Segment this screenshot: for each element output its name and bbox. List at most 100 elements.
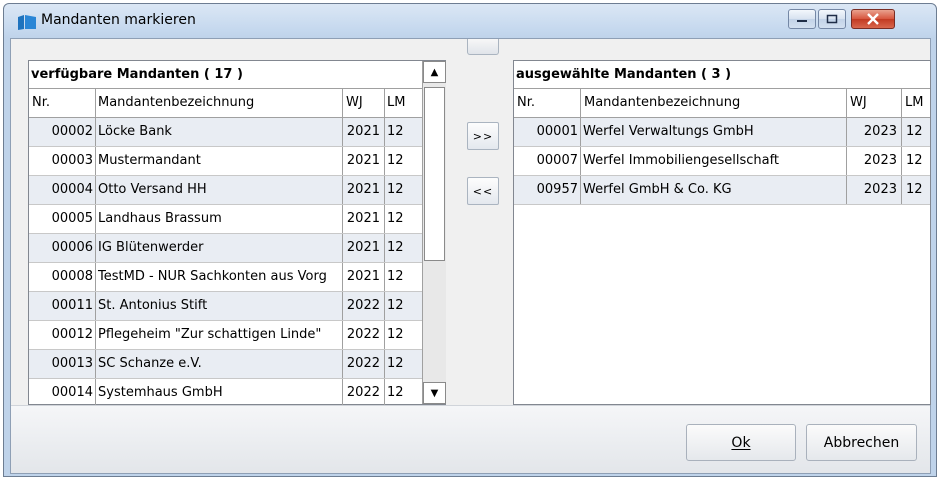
table-row[interactable]: 00014 Systemhaus GmbH 2022 12 bbox=[29, 379, 445, 408]
cell-name: Werfel Immobiliengesellschaft bbox=[581, 147, 847, 175]
column-header-wj[interactable]: WJ bbox=[343, 89, 385, 117]
cell-lm: 12 bbox=[387, 182, 404, 197]
cell-name: Pflegeheim "Zur schattigen Linde" bbox=[96, 321, 343, 349]
table-row[interactable]: 00003 Mustermandant 2021 12 bbox=[29, 147, 445, 176]
table-row[interactable]: 00004 Otto Versand HH 2021 12 bbox=[29, 176, 445, 205]
scroll-up-button[interactable]: ▲ bbox=[423, 61, 446, 83]
cell-lm: 12 bbox=[906, 182, 923, 197]
dialog-window: Mandanten markieren verfügbare Mandanten… bbox=[3, 3, 937, 477]
selected-clients-header: Nr. Mandantenbezeichnung WJ LM bbox=[514, 89, 930, 118]
cell-name: Landhaus Brassum bbox=[96, 205, 343, 233]
cell-nr: 00004 bbox=[29, 176, 96, 204]
available-clients-header: Nr. Mandantenbezeichnung WJ LM bbox=[29, 89, 445, 118]
column-header-lm[interactable]: LM bbox=[385, 89, 407, 117]
cell-name: Mustermandant bbox=[96, 147, 343, 175]
available-clients-rows: 00002 Löcke Bank 2021 12 00003 Mustermandant… bbox=[29, 118, 445, 408]
table-row[interactable]: 00007 Werfel Immobiliengesellschaft 2023 12 bbox=[514, 147, 930, 176]
selected-clients-rows: 00001 Werfel Verwaltungs GmbH 2023 12 00007… bbox=[514, 118, 930, 205]
arrow-up-icon: ▲ bbox=[430, 66, 439, 78]
cell-lm: 12 bbox=[387, 240, 404, 255]
available-clients-title: verfügbare Mandanten ( 17 ) bbox=[29, 61, 445, 89]
cell-lm: 12 bbox=[387, 298, 404, 313]
cell-lm: 12 bbox=[387, 269, 404, 284]
cell-name: Otto Versand HH bbox=[96, 176, 343, 204]
cell-nr: 00005 bbox=[29, 205, 96, 233]
selected-clients-grid[interactable]: ausgewählte Mandanten ( 3 ) Nr. Mandante… bbox=[513, 60, 931, 405]
cell-nr: 00007 bbox=[514, 147, 581, 175]
cell-wj: 2023 bbox=[847, 147, 902, 175]
cell-nr: 00003 bbox=[29, 147, 96, 175]
column-header-wj[interactable]: WJ bbox=[847, 89, 902, 117]
cell-name: Systemhaus GmbH bbox=[96, 379, 343, 407]
cell-wj: 2022 bbox=[343, 321, 385, 349]
cell-name: SC Schanze e.V. bbox=[96, 350, 343, 378]
dialog-footer: Ok Abbrechen bbox=[11, 405, 930, 473]
scroll-down-button[interactable]: ▼ bbox=[423, 382, 446, 404]
cell-wj: 2021 bbox=[343, 118, 385, 146]
table-row[interactable]: 00001 Werfel Verwaltungs GmbH 2023 12 bbox=[514, 118, 930, 147]
ok-button-label: Ok bbox=[731, 434, 751, 451]
ok-button[interactable]: Ok bbox=[686, 424, 796, 461]
column-header-nr[interactable]: Nr. bbox=[514, 89, 581, 117]
cell-name: Löcke Bank bbox=[96, 118, 343, 146]
table-row[interactable]: 00011 St. Antonius Stift 2022 12 bbox=[29, 292, 445, 321]
vertical-scrollbar[interactable]: ▲ ▼ bbox=[422, 61, 446, 404]
cell-lm: 12 bbox=[387, 124, 404, 139]
cell-nr: 00002 bbox=[29, 118, 96, 146]
cell-name: Werfel Verwaltungs GmbH bbox=[581, 118, 847, 146]
cell-lm: 12 bbox=[387, 356, 404, 371]
table-row[interactable]: 00006 IG Blütenwerder 2021 12 bbox=[29, 234, 445, 263]
cell-wj: 2021 bbox=[343, 176, 385, 204]
cell-wj: 2022 bbox=[343, 350, 385, 378]
cell-nr: 00001 bbox=[514, 118, 581, 146]
column-header-nr[interactable]: Nr. bbox=[29, 89, 96, 117]
table-row[interactable]: 00013 SC Schanze e.V. 2022 12 bbox=[29, 350, 445, 379]
table-row[interactable]: 00957 Werfel GmbH & Co. KG 2023 12 bbox=[514, 176, 930, 205]
cell-lm: 12 bbox=[906, 153, 923, 168]
folder-icon bbox=[18, 15, 36, 30]
maximize-icon bbox=[826, 14, 838, 24]
dialog-body: verfügbare Mandanten ( 17 ) Nr. Mandante… bbox=[10, 38, 931, 474]
maximize-button[interactable] bbox=[818, 9, 846, 29]
cell-lm: 12 bbox=[906, 124, 923, 139]
cell-wj: 2021 bbox=[343, 205, 385, 233]
selected-clients-title: ausgewählte Mandanten ( 3 ) bbox=[514, 61, 930, 89]
table-row[interactable]: 00012 Pflegeheim "Zur schattigen Linde" 20… bbox=[29, 321, 445, 350]
close-button[interactable] bbox=[851, 9, 895, 29]
minimize-icon bbox=[797, 20, 807, 22]
window-title: Mandanten markieren bbox=[41, 12, 196, 28]
cell-nr: 00957 bbox=[514, 176, 581, 204]
cell-lm: 12 bbox=[387, 211, 404, 226]
cell-nr: 00006 bbox=[29, 234, 96, 262]
column-header-name[interactable]: Mandantenbezeichnung bbox=[96, 89, 343, 117]
cell-wj: 2023 bbox=[847, 118, 902, 146]
cell-lm: 12 bbox=[387, 327, 404, 342]
table-row[interactable]: 00002 Löcke Bank 2021 12 bbox=[29, 118, 445, 147]
column-header-lm[interactable]: LM bbox=[902, 89, 930, 117]
column-header-name[interactable]: Mandantenbezeichnung bbox=[581, 89, 847, 117]
cell-lm: 12 bbox=[387, 385, 404, 400]
cell-wj: 2021 bbox=[343, 263, 385, 291]
cell-name: IG Blütenwerder bbox=[96, 234, 343, 262]
add-selected-button[interactable]: >> bbox=[467, 122, 499, 150]
title-bar[interactable]: Mandanten markieren bbox=[4, 4, 936, 38]
cell-lm: 12 bbox=[387, 153, 404, 168]
button-stub bbox=[467, 39, 499, 55]
arrow-down-icon: ▼ bbox=[430, 387, 439, 399]
cell-name: Werfel GmbH & Co. KG bbox=[581, 176, 847, 204]
cell-wj: 2022 bbox=[343, 292, 385, 320]
cell-wj: 2021 bbox=[343, 147, 385, 175]
cell-nr: 00008 bbox=[29, 263, 96, 291]
remove-selected-button[interactable]: << bbox=[467, 177, 499, 205]
cell-nr: 00014 bbox=[29, 379, 96, 407]
table-row[interactable]: 00005 Landhaus Brassum 2021 12 bbox=[29, 205, 445, 234]
table-row[interactable]: 00008 TestMD - NUR Sachkonten aus Vorg 202… bbox=[29, 263, 445, 292]
minimize-button[interactable] bbox=[788, 9, 816, 29]
cell-wj: 2023 bbox=[847, 176, 902, 204]
cell-name: TestMD - NUR Sachkonten aus Vorg bbox=[96, 263, 343, 291]
available-clients-grid[interactable]: verfügbare Mandanten ( 17 ) Nr. Mandante… bbox=[28, 60, 446, 408]
cell-nr: 00011 bbox=[29, 292, 96, 320]
cell-nr: 00013 bbox=[29, 350, 96, 378]
scroll-thumb[interactable] bbox=[424, 87, 445, 261]
cancel-button[interactable]: Abbrechen bbox=[806, 424, 917, 461]
